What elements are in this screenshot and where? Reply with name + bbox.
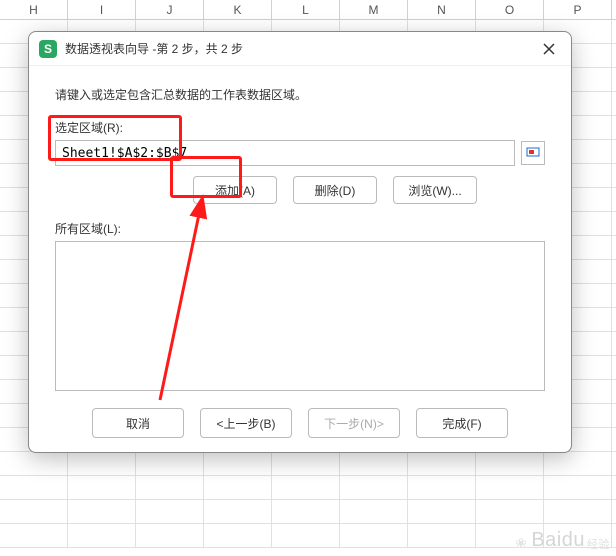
prev-button[interactable]: <上一步(B) xyxy=(200,408,292,438)
dialog-titlebar: S 数据透视表向导 -第 2 步，共 2 步 xyxy=(29,32,571,66)
instruction-text: 请键入或选定包含汇总数据的工作表数据区域。 xyxy=(55,86,545,103)
col-header[interactable]: L xyxy=(272,0,340,19)
refedit-icon xyxy=(526,147,540,159)
add-button[interactable]: 添加(A) xyxy=(193,176,277,204)
dialog-title: 数据透视表向导 -第 2 步，共 2 步 xyxy=(65,40,243,57)
next-button: 下一步(N)> xyxy=(308,408,400,438)
range-label: 选定区域(R): xyxy=(55,119,545,136)
range-buttons: 添加(A) 删除(D) 浏览(W)... xyxy=(193,176,545,204)
col-header[interactable]: H xyxy=(0,0,68,19)
finish-button-label: 完成(F) xyxy=(442,415,481,432)
range-row xyxy=(55,140,545,166)
refedit-button[interactable] xyxy=(521,141,545,165)
dialog-body: 请键入或选定包含汇总数据的工作表数据区域。 选定区域(R): 添加(A) 删除(… xyxy=(29,66,571,399)
close-icon xyxy=(543,43,555,55)
close-button[interactable] xyxy=(537,37,561,61)
next-button-label: 下一步(N)> xyxy=(324,415,384,432)
dialog-footer: 取消 <上一步(B) 下一步(N)> 完成(F) xyxy=(29,408,571,438)
col-header[interactable]: K xyxy=(204,0,272,19)
delete-button-label: 删除(D) xyxy=(315,182,356,199)
browse-button-label: 浏览(W)... xyxy=(408,182,461,199)
all-ranges-listbox[interactable] xyxy=(55,241,545,391)
col-header[interactable]: O xyxy=(476,0,544,19)
cancel-button-label: 取消 xyxy=(126,415,150,432)
browse-button[interactable]: 浏览(W)... xyxy=(393,176,477,204)
all-ranges-label: 所有区域(L): xyxy=(55,220,545,237)
col-header[interactable]: N xyxy=(408,0,476,19)
column-headers: H I J K L M N O P xyxy=(0,0,616,20)
delete-button[interactable]: 删除(D) xyxy=(293,176,377,204)
col-header[interactable]: I xyxy=(68,0,136,19)
col-header[interactable]: M xyxy=(340,0,408,19)
app-icon: S xyxy=(39,40,57,58)
cancel-button[interactable]: 取消 xyxy=(92,408,184,438)
col-header[interactable]: P xyxy=(544,0,612,19)
pivot-wizard-dialog: S 数据透视表向导 -第 2 步，共 2 步 请键入或选定包含汇总数据的工作表数… xyxy=(28,31,572,453)
add-button-label: 添加(A) xyxy=(215,182,255,199)
prev-button-label: <上一步(B) xyxy=(216,415,275,432)
col-header[interactable]: J xyxy=(136,0,204,19)
finish-button[interactable]: 完成(F) xyxy=(416,408,508,438)
range-input[interactable] xyxy=(55,140,515,166)
